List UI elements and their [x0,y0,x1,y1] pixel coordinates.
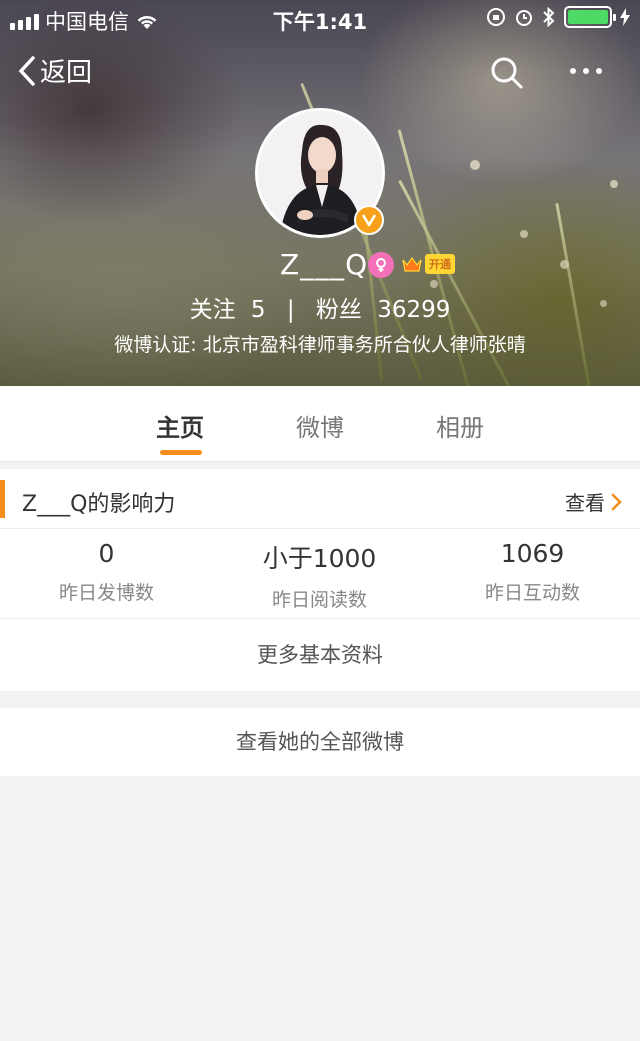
stat-posts: 0 昨日发博数 [0,529,213,605]
back-button[interactable]: 返回 [18,52,92,89]
stat-label: 昨日互动数 [484,582,580,604]
more-info-button[interactable]: 更多基本资料 [0,619,640,691]
fans-link[interactable]: 粉丝 36299 [316,297,450,323]
influence-header: Z___Q的影响力 查看 [0,469,640,529]
battery-icon [564,6,616,28]
charging-icon [620,8,630,26]
stat-label: 昨日阅读数 [271,589,367,611]
stat-reads: 小于1000 昨日阅读数 [213,529,426,612]
orientation-lock-icon [487,8,505,26]
chevron-right-icon [611,493,622,510]
certification-text: 微博认证: 北京市盈科律师事务所合伙人律师张晴 [114,334,526,356]
view-label: 查看 [565,491,605,515]
stat-value: 0 [98,539,115,568]
influence-stats: 0 昨日发博数 小于1000 昨日阅读数 1069 昨日互动数 [0,529,640,619]
name-row: Z___Q 开通 [0,248,640,284]
profile-page: 中国电信 下午1:41 返回 Z___Q 开通 关注 5 | 粉丝 36299 … [0,0,640,1041]
vip-open-label: 开通 [425,254,455,274]
status-bar: 中国电信 下午1:41 [0,0,640,36]
stat-value: 小于1000 [262,544,377,573]
follow-stats: 关注 5 | 粉丝 36299 [0,290,640,324]
fans-label: 粉丝 [315,297,362,323]
back-chevron-icon [18,55,35,86]
stat-value: 1069 [500,539,565,568]
view-all-weibo-button[interactable]: 查看她的全部微博 [0,708,640,776]
more-dots-icon[interactable] [570,68,602,74]
female-gender-icon [368,252,394,278]
verified-badge-icon [354,205,384,235]
vip-badge[interactable]: 开通 [401,254,455,274]
divider: | [286,297,295,323]
alarm-icon [516,10,532,26]
crown-icon [402,256,422,272]
follow-label: 关注 [189,297,236,323]
tab-weibo[interactable]: 微博 [296,408,344,443]
influence-title: Z___Q的影响力 [22,492,176,517]
accent-bar [0,480,5,518]
profile-tabs: 主页 微博 相册 [0,386,640,462]
tab-home[interactable]: 主页 [156,408,204,443]
stat-label: 昨日发博数 [58,582,154,604]
follow-count: 5 [250,297,266,323]
view-influence-button[interactable]: 查看 [565,487,622,516]
follow-link[interactable]: 关注 5 [190,297,273,323]
bluetooth-icon [543,7,555,27]
active-tab-indicator [160,450,202,455]
stat-interactions: 1069 昨日互动数 [426,529,639,605]
profile-name: Z___Q [280,248,369,281]
fans-count: 36299 [377,297,451,323]
search-icon[interactable] [490,56,524,90]
tab-album[interactable]: 相册 [436,408,484,443]
back-label: 返回 [40,58,93,88]
influence-card: Z___Q的影响力 查看 0 昨日发博数 小于1000 昨日阅读数 1069 昨… [0,469,640,691]
